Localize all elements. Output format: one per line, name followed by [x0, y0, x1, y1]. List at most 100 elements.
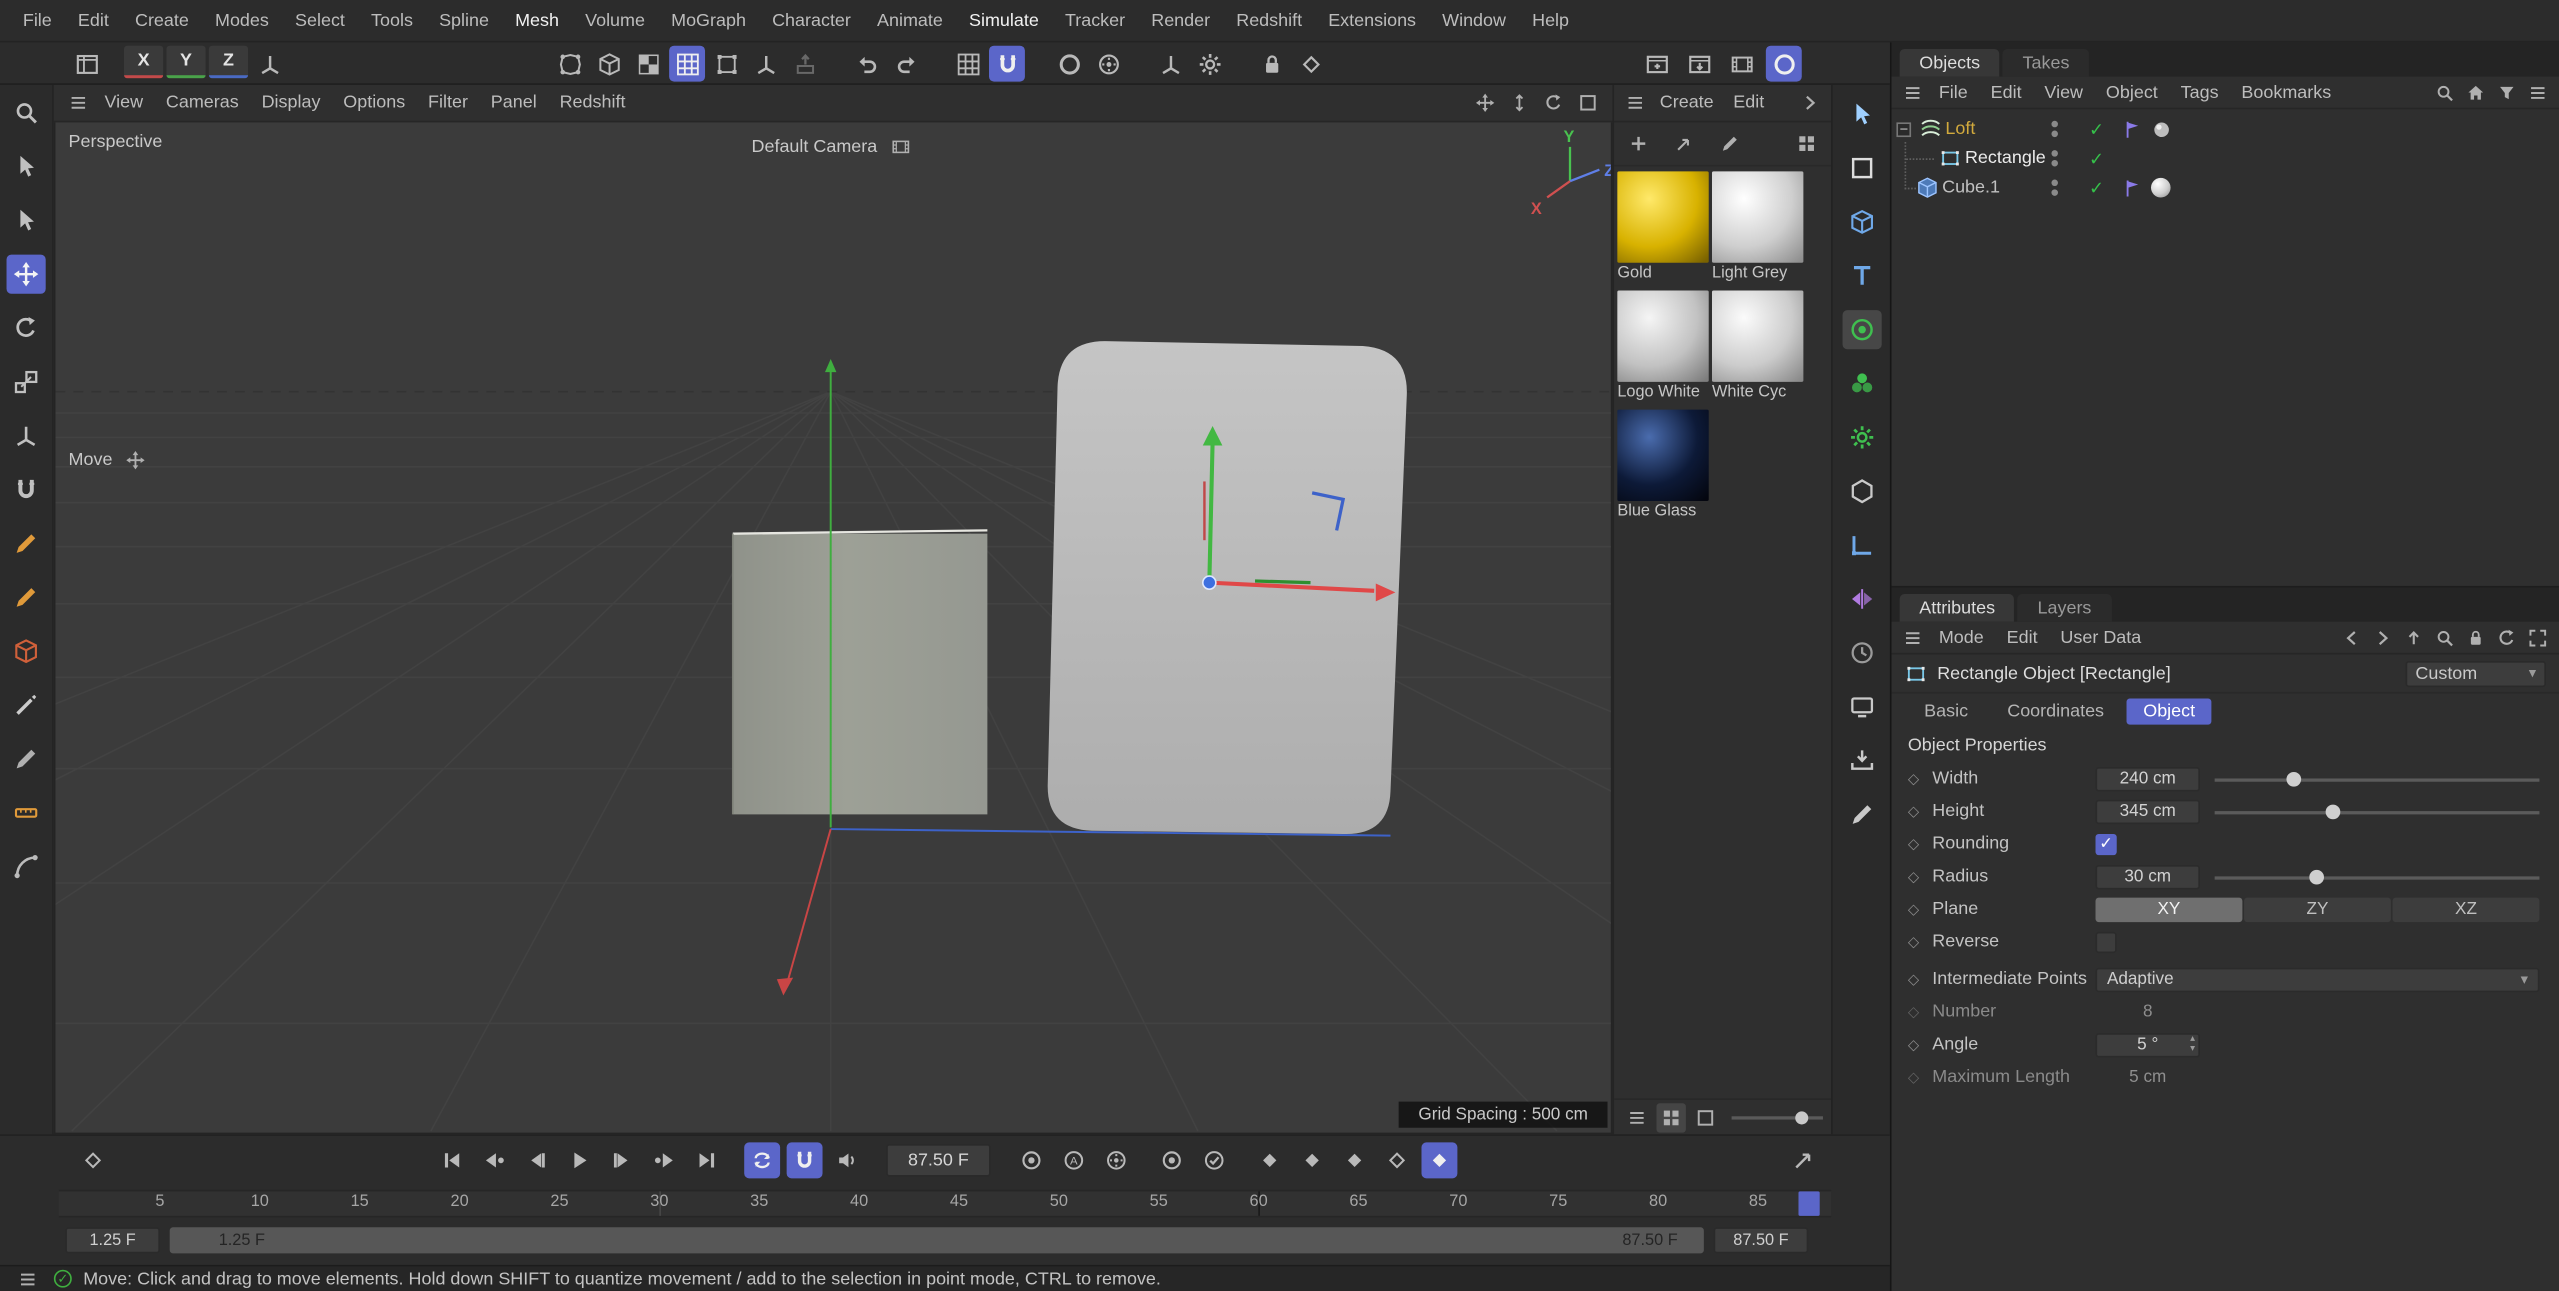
- key-pla-icon[interactable]: [1421, 1142, 1457, 1178]
- material-blue-glass[interactable]: Blue Glass: [1617, 410, 1708, 521]
- history-icon[interactable]: [2492, 623, 2521, 652]
- clock-icon[interactable]: [1842, 633, 1881, 672]
- notes-pen-icon[interactable]: [1842, 795, 1881, 834]
- prev-frame-icon[interactable]: [519, 1142, 555, 1178]
- redo-icon[interactable]: [888, 46, 924, 82]
- cube-object[interactable]: [733, 530, 988, 814]
- menu-select[interactable]: Select: [282, 0, 358, 42]
- key-parameter-icon[interactable]: [1379, 1142, 1415, 1178]
- next-key-icon[interactable]: [646, 1142, 682, 1178]
- menu-spline[interactable]: Spline: [426, 0, 502, 42]
- visibility-dots-icon[interactable]: [2051, 180, 2058, 196]
- goto-end-icon[interactable]: [689, 1142, 725, 1178]
- axis-mode-icon[interactable]: [747, 46, 783, 82]
- radius-input[interactable]: 30 cm: [2096, 864, 2200, 888]
- lock-icon[interactable]: [2461, 623, 2490, 652]
- search-tool-icon[interactable]: [7, 93, 46, 132]
- keyframe-diamond-icon[interactable]: [1908, 1036, 1923, 1054]
- tree-label[interactable]: Rectangle: [1965, 149, 2046, 169]
- move-tool-icon[interactable]: [7, 255, 46, 294]
- timeline-expand-icon[interactable]: [1785, 1142, 1821, 1178]
- keyframe-diamond-icon[interactable]: [1908, 835, 1923, 853]
- sketch-pen-icon[interactable]: [7, 578, 46, 617]
- film-render-icon[interactable]: [1723, 46, 1759, 82]
- attributes-menu-user-data[interactable]: User Data: [2049, 621, 2153, 654]
- mograph-icon[interactable]: [1842, 364, 1881, 403]
- menu-modes[interactable]: Modes: [202, 0, 282, 42]
- visibility-dots-icon[interactable]: [2051, 121, 2058, 137]
- menu-file[interactable]: File: [10, 0, 65, 42]
- workplane-lock-icon[interactable]: [1253, 46, 1289, 82]
- spline-pen-icon[interactable]: [7, 524, 46, 563]
- orbit-icon[interactable]: [1539, 88, 1568, 117]
- timeline-ruler[interactable]: 510152025303540455055606570758085: [59, 1190, 1831, 1218]
- material-menu-create[interactable]: Create: [1650, 84, 1723, 122]
- key-marker-icon[interactable]: [75, 1142, 111, 1178]
- preview-range-bar[interactable]: 1.25 F 87.50 F: [170, 1227, 1704, 1253]
- render-view-icon[interactable]: [1051, 46, 1087, 82]
- forward-icon[interactable]: [2368, 623, 2397, 652]
- menu-create[interactable]: Create: [122, 0, 202, 42]
- hamburger-icon[interactable]: [1898, 78, 1927, 107]
- tab-object[interactable]: Object: [2127, 699, 2212, 725]
- next-frame-icon[interactable]: [604, 1142, 640, 1178]
- height-slider[interactable]: [2215, 799, 2540, 823]
- annotation-tag-icon[interactable]: [2122, 118, 2143, 139]
- objects-menu-tags[interactable]: Tags: [2169, 76, 2230, 109]
- rotate-tool-icon[interactable]: [7, 308, 46, 347]
- live-selection-icon[interactable]: [7, 201, 46, 240]
- viewport-menu-cameras[interactable]: Cameras: [154, 84, 250, 122]
- material-browser-icon[interactable]: [1792, 129, 1821, 158]
- render-settings-icon[interactable]: [1090, 46, 1126, 82]
- objects-menu-view[interactable]: View: [2033, 76, 2094, 109]
- camera-label[interactable]: Default Camera: [752, 132, 915, 161]
- back-icon[interactable]: [2337, 623, 2366, 652]
- keyframe-diamond-icon[interactable]: [1908, 933, 1923, 951]
- plane-xz-button[interactable]: XZ: [2393, 897, 2540, 921]
- menu-tracker[interactable]: Tracker: [1052, 0, 1138, 42]
- axis-z-button[interactable]: Z: [209, 46, 248, 79]
- plane-zy-button[interactable]: ZY: [2244, 897, 2391, 921]
- attributes-menu-mode[interactable]: Mode: [1927, 621, 1995, 654]
- keyframe-diamond-icon[interactable]: [1908, 802, 1923, 820]
- hamburger-icon[interactable]: [64, 88, 93, 117]
- material-white-cyc[interactable]: White Cyc: [1712, 290, 1803, 401]
- enabled-check-icon[interactable]: [2089, 148, 2104, 169]
- texture-mode-icon[interactable]: [630, 46, 666, 82]
- volume-hexagon-icon[interactable]: [1842, 472, 1881, 511]
- save-image-icon[interactable]: [1681, 46, 1717, 82]
- angle-input[interactable]: 5 °: [2096, 1032, 2200, 1056]
- key-rotation-icon[interactable]: [1337, 1142, 1373, 1178]
- normal-move-icon[interactable]: [787, 46, 823, 82]
- maximize-icon[interactable]: [1573, 88, 1602, 117]
- settings-gear-icon[interactable]: [1191, 46, 1227, 82]
- record-materials-icon[interactable]: [1196, 1142, 1232, 1178]
- radius-slider[interactable]: [2215, 864, 2540, 888]
- material-logo-white[interactable]: Logo White: [1617, 290, 1708, 401]
- planar-workplane-icon[interactable]: [1293, 46, 1329, 82]
- viewport-menu-redshift[interactable]: Redshift: [548, 84, 637, 122]
- attributes-menu-edit[interactable]: Edit: [1995, 621, 2049, 654]
- list-menu-icon[interactable]: [2523, 78, 2552, 107]
- keyframe-diamond-icon[interactable]: [1908, 900, 1923, 918]
- chevron-right-icon[interactable]: [1795, 88, 1824, 117]
- tree-row-loft[interactable]: Loft: [1892, 114, 2559, 143]
- goto-start-icon[interactable]: [434, 1142, 470, 1178]
- primitive-cube-icon[interactable]: [7, 632, 46, 671]
- dolly-icon[interactable]: [1505, 88, 1534, 117]
- search-icon[interactable]: [2430, 78, 2459, 107]
- loop-icon[interactable]: [744, 1142, 780, 1178]
- undo-icon[interactable]: [849, 46, 885, 82]
- tree-row-cube[interactable]: Cube.1: [1892, 173, 2559, 202]
- tree-label[interactable]: Loft: [1945, 119, 1975, 139]
- snap-magnet-icon[interactable]: [7, 470, 46, 509]
- enabled-check-icon[interactable]: [2089, 177, 2104, 198]
- spline-arc-icon[interactable]: [7, 847, 46, 886]
- reverse-checkbox[interactable]: [2096, 931, 2117, 952]
- axis-y-button[interactable]: Y: [166, 46, 205, 79]
- cube-object-icon[interactable]: [1842, 202, 1881, 241]
- small-icons-view-icon[interactable]: [1657, 1102, 1686, 1131]
- width-slider[interactable]: [2215, 766, 2540, 790]
- tree-label[interactable]: Cube.1: [1942, 178, 2000, 198]
- model-mode-icon[interactable]: [591, 46, 627, 82]
